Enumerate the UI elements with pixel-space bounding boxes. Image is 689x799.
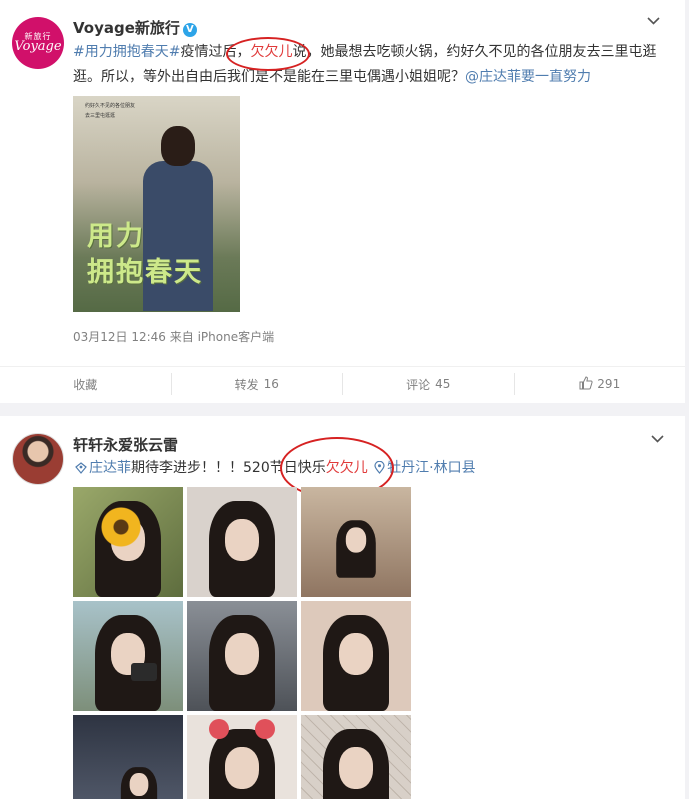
photo-face	[225, 747, 259, 789]
post1-meta: 03月12日 12:46 来自 iPhone客户端	[73, 328, 274, 345]
comment-label: 评论	[406, 377, 431, 392]
comment-button[interactable]: 评论 45	[342, 373, 514, 395]
post1-text-part3[interactable]: 要一直努力	[521, 69, 591, 85]
sunflower-icon	[101, 507, 141, 547]
photo-night[interactable]	[73, 715, 183, 799]
figure-head	[161, 126, 195, 166]
avatar-logo-en: Voyage	[14, 39, 62, 54]
photo-selfie-1[interactable]	[187, 487, 297, 597]
photo-face	[339, 747, 373, 789]
voyage-avatar[interactable]: 新旅行 Voyage	[12, 17, 64, 69]
post1-source: 来自 iPhone客户端	[169, 330, 275, 344]
post1-timestamp[interactable]: 03月12日 12:46	[73, 330, 166, 344]
photo-camera[interactable]	[73, 601, 183, 711]
at-user-link[interactable]: @庄达菲	[465, 69, 521, 85]
photo-headband[interactable]	[187, 715, 297, 799]
mouse-ear-icon	[255, 719, 275, 739]
photo-sunflower[interactable]	[73, 487, 183, 597]
photo-face	[129, 772, 149, 797]
post2-username[interactable]: 轩轩永爱张云雷	[73, 434, 178, 455]
like-count: 291	[597, 377, 621, 391]
camera-icon	[131, 663, 157, 681]
photo-car[interactable]	[187, 601, 297, 711]
repost-button[interactable]: 转发 16	[170, 373, 343, 395]
chevron-down-icon[interactable]	[647, 17, 660, 29]
photo-face	[345, 527, 367, 553]
hashtag-link[interactable]: #用力拥抱春天#	[73, 44, 180, 60]
image-small-text-1: 约好久不见的各位朋友	[85, 103, 136, 109]
red-circle-annotation	[226, 37, 310, 71]
thumbs-up-icon	[579, 375, 597, 393]
post1-image[interactable]: 约好久不见的各位朋友 去三里屯逛逛 用力 拥抱春天	[73, 96, 240, 312]
post1-text: #用力拥抱春天#疫情过后，欠欠儿说，她最想去吃顿火锅，约好久不见的各位朋友去三里…	[73, 40, 658, 90]
image-big-text-2: 拥抱春天	[87, 257, 203, 288]
image-big-text-1: 用力	[87, 221, 145, 252]
photo-net[interactable]	[301, 715, 411, 799]
post1-action-bar: 收藏 转发 16 评论 45 291	[0, 366, 685, 400]
comment-count: 45	[435, 377, 451, 391]
weibo-post-1: 新旅行 Voyage Voyage新旅行 V #用力拥抱春天#疫情过后，欠欠儿说，…	[0, 0, 685, 403]
repost-count: 16	[263, 377, 279, 391]
super-topic-icon	[75, 458, 87, 483]
mouse-ear-icon	[209, 719, 229, 739]
photo-face	[225, 519, 259, 561]
favorite-button[interactable]: 收藏	[0, 373, 171, 395]
photo-face	[225, 633, 259, 675]
post1-username[interactable]: Voyage新旅行 V	[73, 17, 197, 38]
verified-icon: V	[182, 23, 197, 37]
like-button[interactable]: 291	[513, 373, 686, 395]
image-small-text-2: 去三里屯逛逛	[85, 113, 116, 119]
photo-face	[339, 633, 373, 675]
photo-selfie-2[interactable]	[301, 601, 411, 711]
super-topic-link[interactable]: 庄达菲	[89, 460, 131, 476]
photo-room[interactable]	[301, 487, 411, 597]
location-link[interactable]: 牡丹江·林口县	[387, 460, 475, 476]
user2-avatar[interactable]	[12, 433, 64, 485]
repost-label: 转发	[234, 377, 259, 392]
post1-username-text[interactable]: Voyage新旅行	[73, 19, 180, 37]
favorite-label: 收藏	[73, 377, 98, 392]
chevron-down-icon[interactable]	[651, 435, 664, 447]
